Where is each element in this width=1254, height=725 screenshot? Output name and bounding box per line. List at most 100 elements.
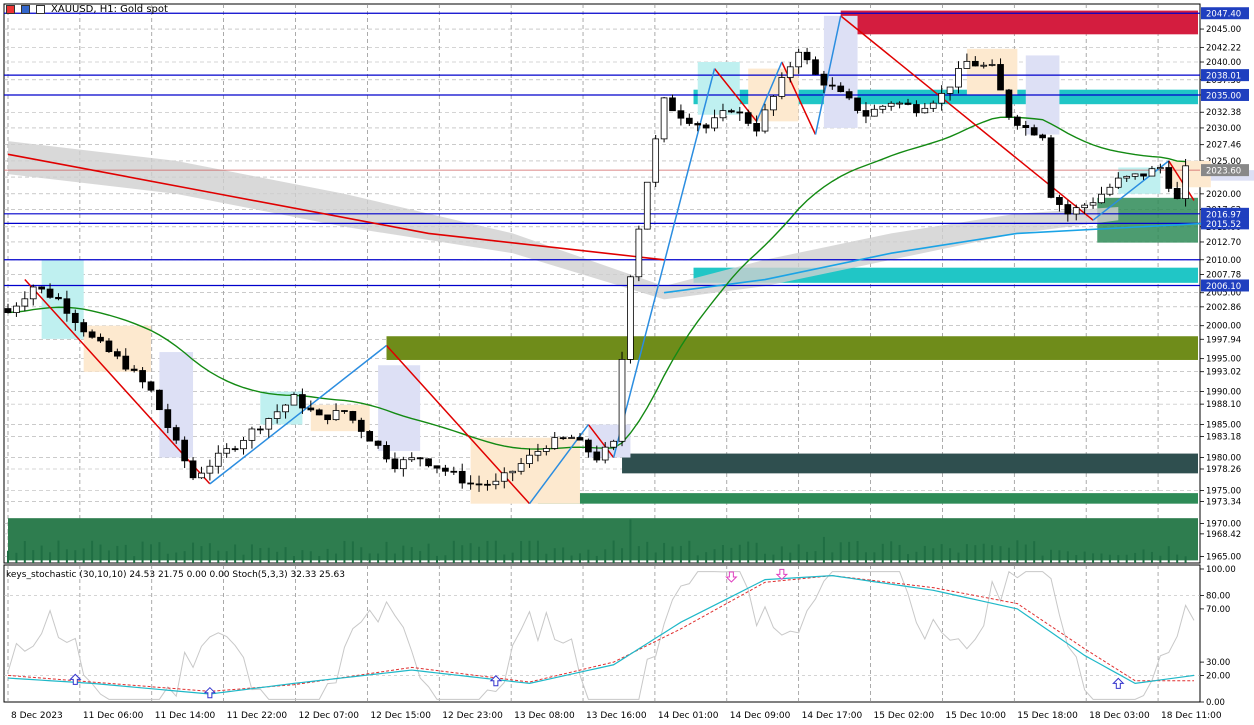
volume-bar xyxy=(637,546,640,563)
zone-rect xyxy=(386,336,1199,360)
candle-bull xyxy=(1089,202,1097,206)
candle-bear xyxy=(147,381,155,391)
volume-bar xyxy=(410,547,413,563)
volume-bar xyxy=(368,553,371,563)
volume-bar xyxy=(74,550,77,563)
time-axis-label: 15 Dec 10:00 xyxy=(945,711,1006,721)
candle-bear xyxy=(845,91,853,99)
volume-bar xyxy=(435,555,438,563)
volume-bar xyxy=(890,541,893,563)
volume-bar xyxy=(250,544,253,563)
price-chart[interactable]: 8 Dec 2023 11 Dec 06:00 11 Dec 14:00 11 Dec… xyxy=(0,0,1254,725)
candle-bull xyxy=(408,457,416,461)
candle-bull xyxy=(534,451,542,456)
volume-bar xyxy=(907,554,910,563)
price-axis-label: 2030.00 xyxy=(1206,124,1241,134)
candle-bull xyxy=(1182,165,1189,199)
candle-bull xyxy=(988,64,996,66)
volume-bar xyxy=(797,544,800,563)
candle-bull xyxy=(871,108,878,117)
candle-bull xyxy=(1072,207,1080,215)
volume-bar xyxy=(175,552,178,563)
candle-bear xyxy=(467,482,474,485)
volume-bar xyxy=(578,553,581,563)
volume-bar xyxy=(15,552,18,563)
zone-rect xyxy=(537,493,1198,504)
volume-bar xyxy=(284,547,287,563)
price-axis-label: 2042.22 xyxy=(1206,43,1241,53)
candle-bear xyxy=(1056,197,1063,205)
volume-bar xyxy=(721,545,724,563)
candle-bear xyxy=(736,111,744,114)
candle-bull xyxy=(980,64,988,67)
volume-bar xyxy=(1108,554,1111,563)
volume-bar xyxy=(116,545,119,563)
volume-bar xyxy=(91,540,94,563)
time-axis-label: 12 Dec 07:00 xyxy=(299,711,360,721)
volume-bar xyxy=(1041,555,1044,563)
candle-bear xyxy=(391,458,399,470)
volume-bar xyxy=(940,544,943,563)
candle-bear xyxy=(433,465,441,469)
candle-bear xyxy=(744,112,752,124)
candle-bull xyxy=(1123,175,1131,179)
volume-bar xyxy=(679,545,682,563)
volume-bar xyxy=(713,549,716,563)
time-axis-label: 11 Dec 06:00 xyxy=(83,711,144,721)
candle-bear xyxy=(256,428,264,431)
indicator-panel xyxy=(3,564,1201,703)
volume-bar xyxy=(292,555,295,563)
candle-bull xyxy=(610,440,617,448)
candle-bull xyxy=(206,465,214,474)
volume-bar xyxy=(133,556,136,563)
volume-bar xyxy=(839,542,842,563)
volume-bar xyxy=(1075,555,1078,563)
candle-bull xyxy=(248,428,256,441)
candle-bull xyxy=(517,463,525,472)
candle-bear xyxy=(366,431,374,442)
candle-bear xyxy=(828,84,836,87)
volume-bar xyxy=(705,552,708,563)
volume-bar xyxy=(335,553,338,563)
candle-bear xyxy=(172,427,180,441)
candle-bear xyxy=(341,410,348,412)
volume-bar xyxy=(1134,552,1137,563)
candle-bear xyxy=(164,409,172,428)
candle-bear xyxy=(1030,127,1038,136)
candle-bear xyxy=(685,117,693,124)
candle-bull xyxy=(282,404,289,413)
price-axis-label: 2002.86 xyxy=(1206,303,1241,313)
volume-bar xyxy=(40,545,43,563)
price-axis-label: 2007.78 xyxy=(1206,270,1241,280)
volume-bar xyxy=(1159,555,1162,563)
chart-window-icon xyxy=(6,5,15,14)
stoch-axis-label: 0.00 xyxy=(1206,698,1225,708)
candle-bear xyxy=(803,51,811,61)
candle-bear xyxy=(904,102,912,105)
time-axis-label: 15 Dec 18:00 xyxy=(1017,711,1078,721)
candle-bear xyxy=(585,439,592,453)
volume-bar xyxy=(1117,555,1120,563)
volume-bar xyxy=(898,544,901,563)
candle-bear xyxy=(38,286,45,290)
candle-bear xyxy=(315,409,323,416)
candle-bear xyxy=(105,340,113,353)
stoch-axis-label: 20.00 xyxy=(1206,671,1230,681)
candle-bull xyxy=(223,448,231,454)
candle-bull xyxy=(1148,168,1156,177)
candle-bull xyxy=(635,228,643,278)
candle-bear xyxy=(189,460,197,479)
volume-bar xyxy=(570,555,573,563)
candle-bull xyxy=(13,305,20,313)
candle-bull xyxy=(719,110,727,119)
volume-bar xyxy=(806,551,809,563)
volume-bar xyxy=(873,552,876,563)
time-axis-label: 12 Dec 15:00 xyxy=(370,711,431,721)
candle-bear xyxy=(971,60,979,67)
volume-bar xyxy=(982,543,985,563)
volume-bar xyxy=(755,542,758,563)
volume-bar xyxy=(671,546,674,563)
volume-bar xyxy=(1016,540,1019,563)
candle-bull xyxy=(526,454,533,465)
volume-bar xyxy=(1184,556,1187,563)
